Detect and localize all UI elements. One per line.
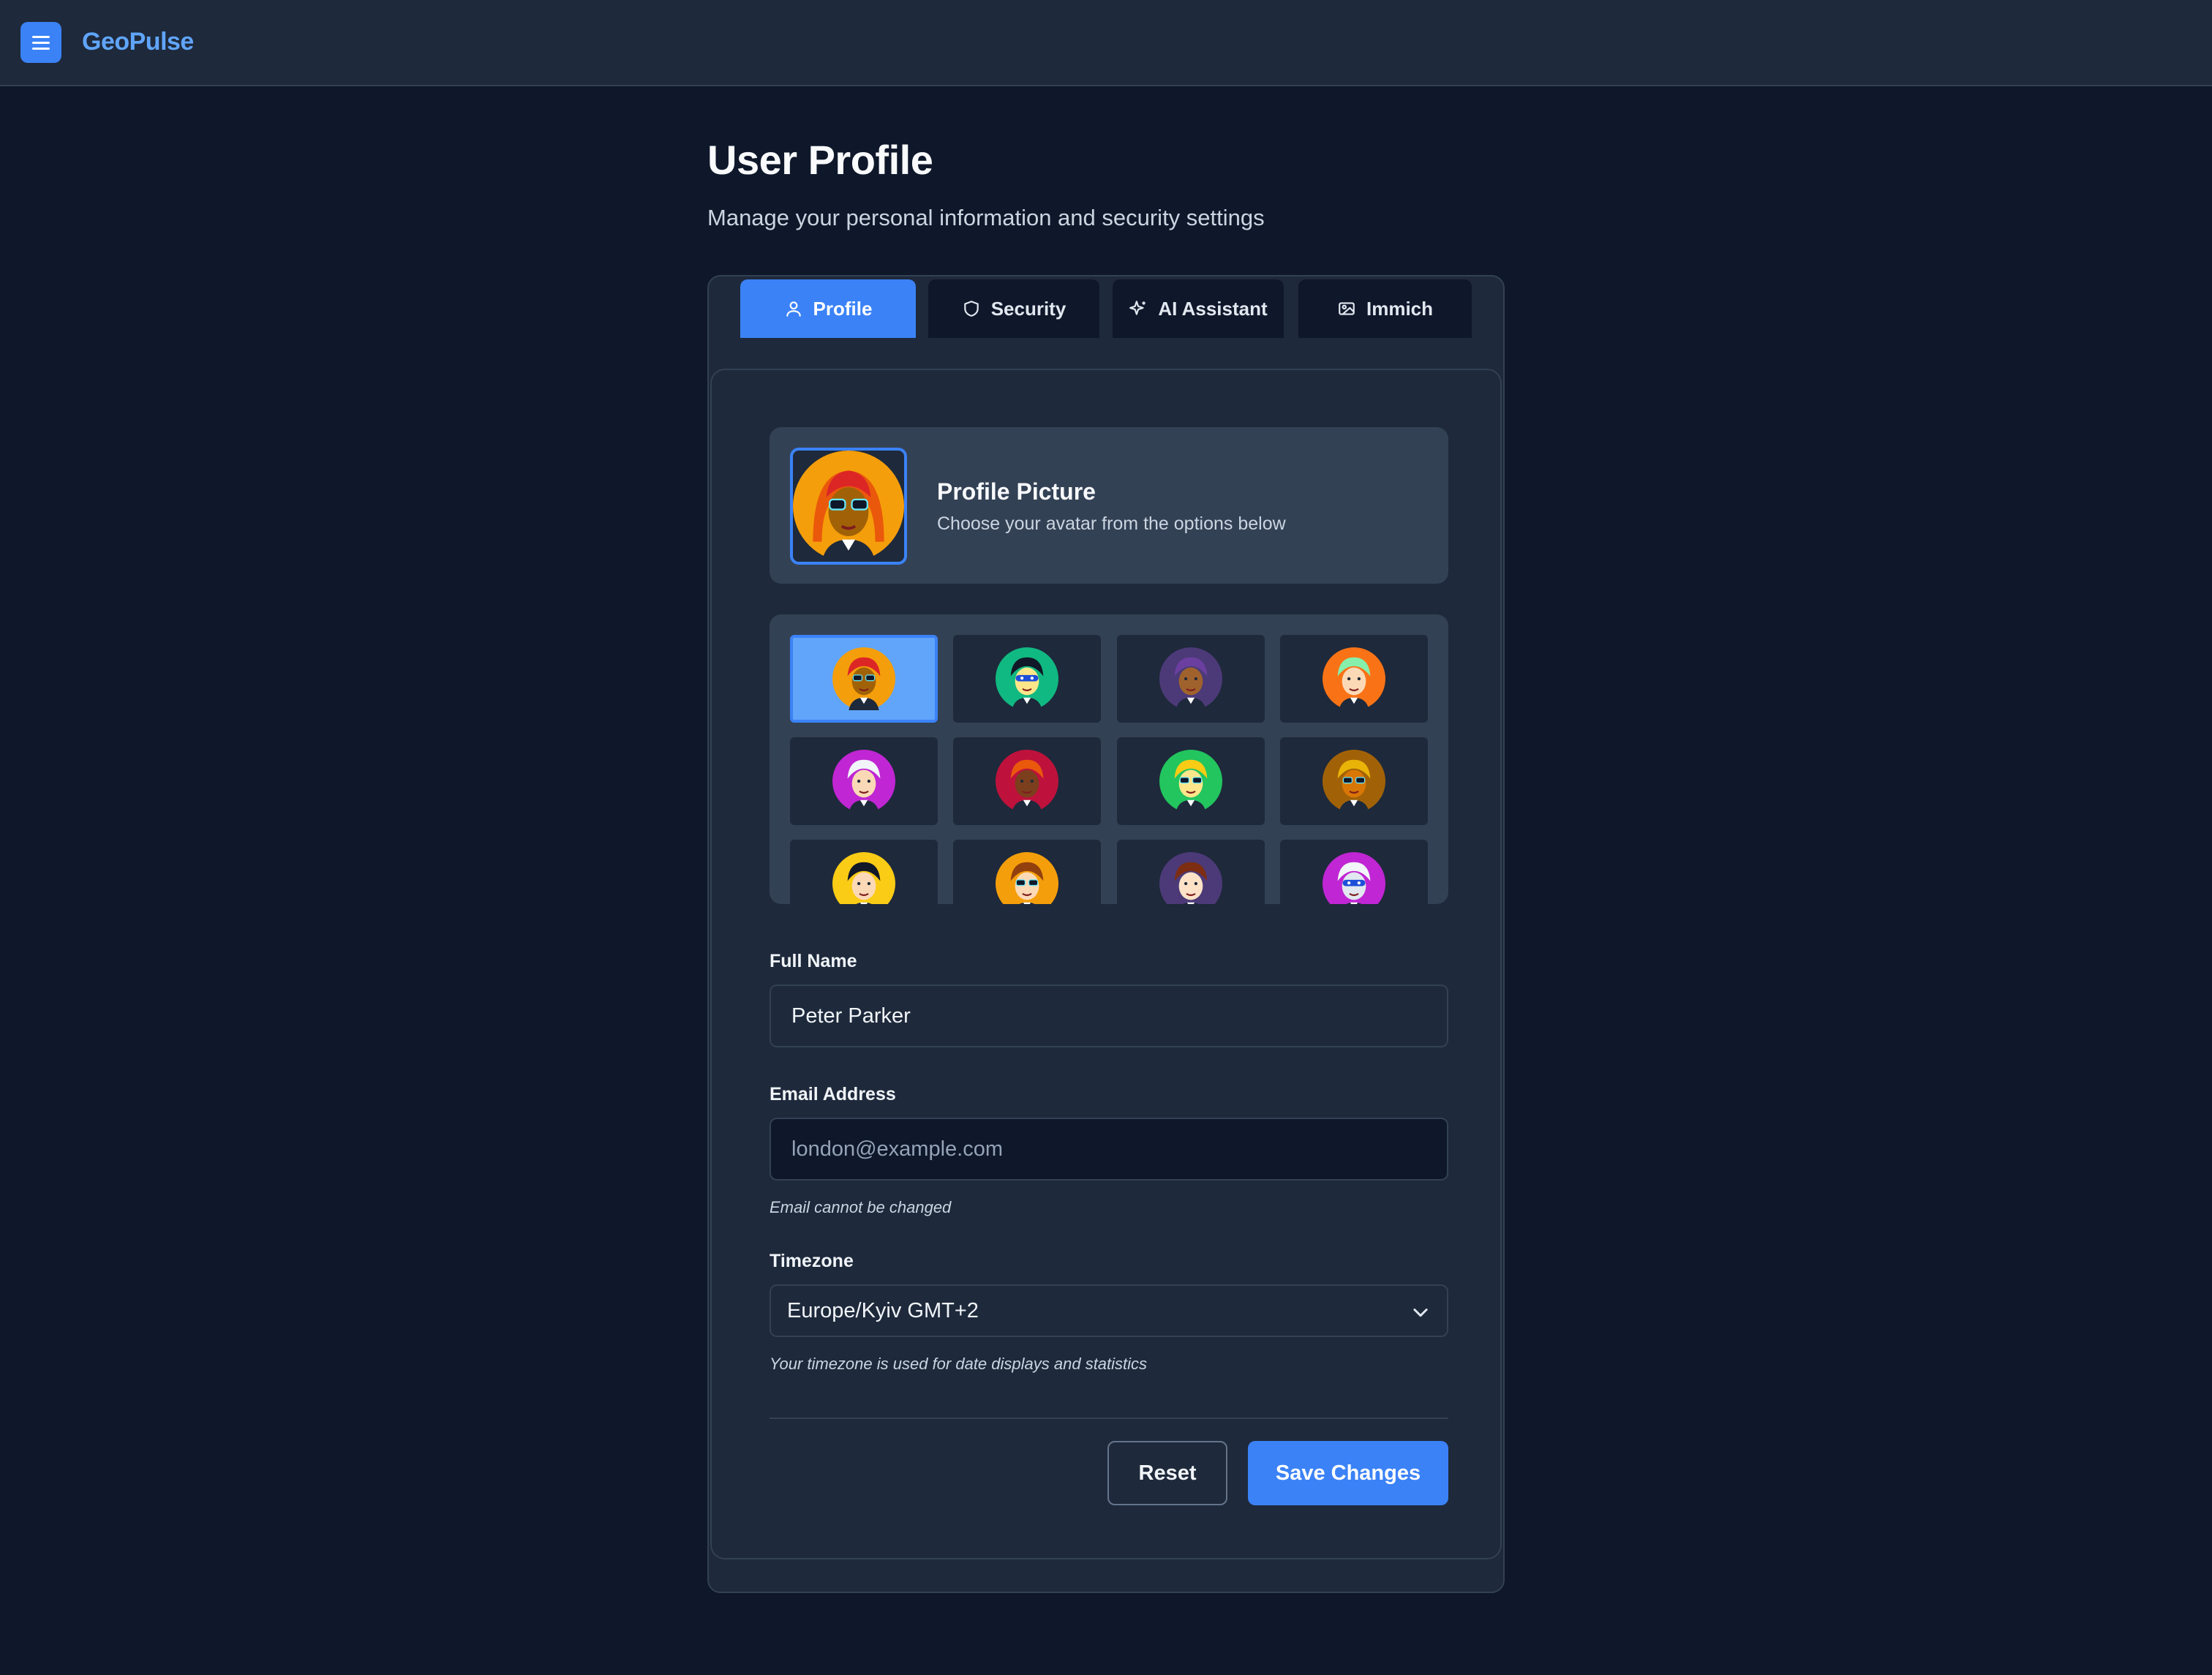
tab-label: Profile: [813, 297, 873, 320]
profile-card: Profile Security AI Assistant Immich Pro…: [707, 275, 1505, 1593]
tab-immich[interactable]: Immich: [1298, 279, 1472, 338]
email-label: Email Address: [770, 1084, 896, 1104]
avatar-option[interactable]: [1117, 840, 1265, 904]
save-changes-button[interactable]: Save Changes: [1248, 1441, 1448, 1505]
avatar-image: [996, 750, 1058, 813]
avatar-image: [832, 750, 895, 813]
tab-label: Immich: [1366, 297, 1434, 320]
chevron-down-icon: [1413, 1309, 1428, 1317]
shield-icon: [963, 301, 979, 317]
avatar-option[interactable]: [1280, 737, 1428, 825]
avatar-image: [1323, 750, 1385, 813]
avatar-image: [1159, 750, 1222, 813]
timezone-select[interactable]: Europe/Kyiv GMT+2: [770, 1284, 1448, 1337]
avatar-option[interactable]: [1280, 840, 1428, 904]
image-icon: [1339, 302, 1355, 315]
avatar-option[interactable]: [953, 737, 1101, 825]
divider: [770, 1418, 1448, 1419]
tab-profile[interactable]: Profile: [740, 279, 916, 338]
timezone-hint: Your timezone is used for date displays …: [770, 1355, 1148, 1373]
tab-security[interactable]: Security: [928, 279, 1099, 338]
avatar-option[interactable]: [1117, 635, 1265, 723]
avatar-image: [1159, 647, 1222, 710]
full-name-input[interactable]: Peter Parker: [770, 985, 1448, 1047]
current-avatar: [790, 448, 907, 565]
avatar-image: [1159, 852, 1222, 904]
email-field[interactable]: london@example.com: [770, 1118, 1448, 1181]
avatar-option[interactable]: [1117, 737, 1265, 825]
reset-button[interactable]: Reset: [1107, 1441, 1227, 1505]
timezone-label: Timezone: [770, 1251, 854, 1271]
avatar-grid: [770, 614, 1448, 904]
tab-ai-assistant[interactable]: AI Assistant: [1113, 279, 1284, 338]
sparkles-icon: [1129, 301, 1146, 315]
avatar-option[interactable]: [790, 737, 938, 825]
profile-picture-section: Profile Picture Choose your avatar from …: [770, 427, 1448, 584]
avatar-image: [996, 852, 1058, 904]
avatar-option[interactable]: [790, 840, 938, 904]
email-hint: Email cannot be changed: [770, 1198, 952, 1216]
profile-picture-title: Profile Picture: [937, 478, 1096, 505]
user-icon: [786, 301, 801, 317]
page-subtitle: Manage your personal information and sec…: [707, 205, 1265, 230]
page-title: User Profile: [707, 137, 933, 183]
hamburger-menu-icon[interactable]: [20, 22, 61, 63]
profile-picture-description: Choose your avatar from the options belo…: [937, 513, 1286, 534]
avatar-option[interactable]: [953, 840, 1101, 904]
avatar-image: [1323, 647, 1385, 710]
top-bar: GeoPulse: [0, 0, 2212, 86]
avatar-option[interactable]: [953, 635, 1101, 723]
app-brand[interactable]: GeoPulse: [82, 28, 194, 56]
full-name-label: Full Name: [770, 951, 857, 971]
avatar-image: [832, 852, 895, 904]
profile-panel: Profile Picture Choose your avatar from …: [710, 369, 1502, 1559]
avatar-option[interactable]: [1280, 635, 1428, 723]
timezone-value: Europe/Kyiv GMT+2: [787, 1298, 979, 1322]
avatar-option[interactable]: [790, 635, 938, 723]
tab-label: Security: [990, 297, 1066, 320]
avatar-image: [996, 647, 1058, 710]
avatar-image: [832, 647, 895, 710]
avatar-image: [1323, 852, 1385, 904]
tab-label: AI Assistant: [1158, 297, 1268, 320]
